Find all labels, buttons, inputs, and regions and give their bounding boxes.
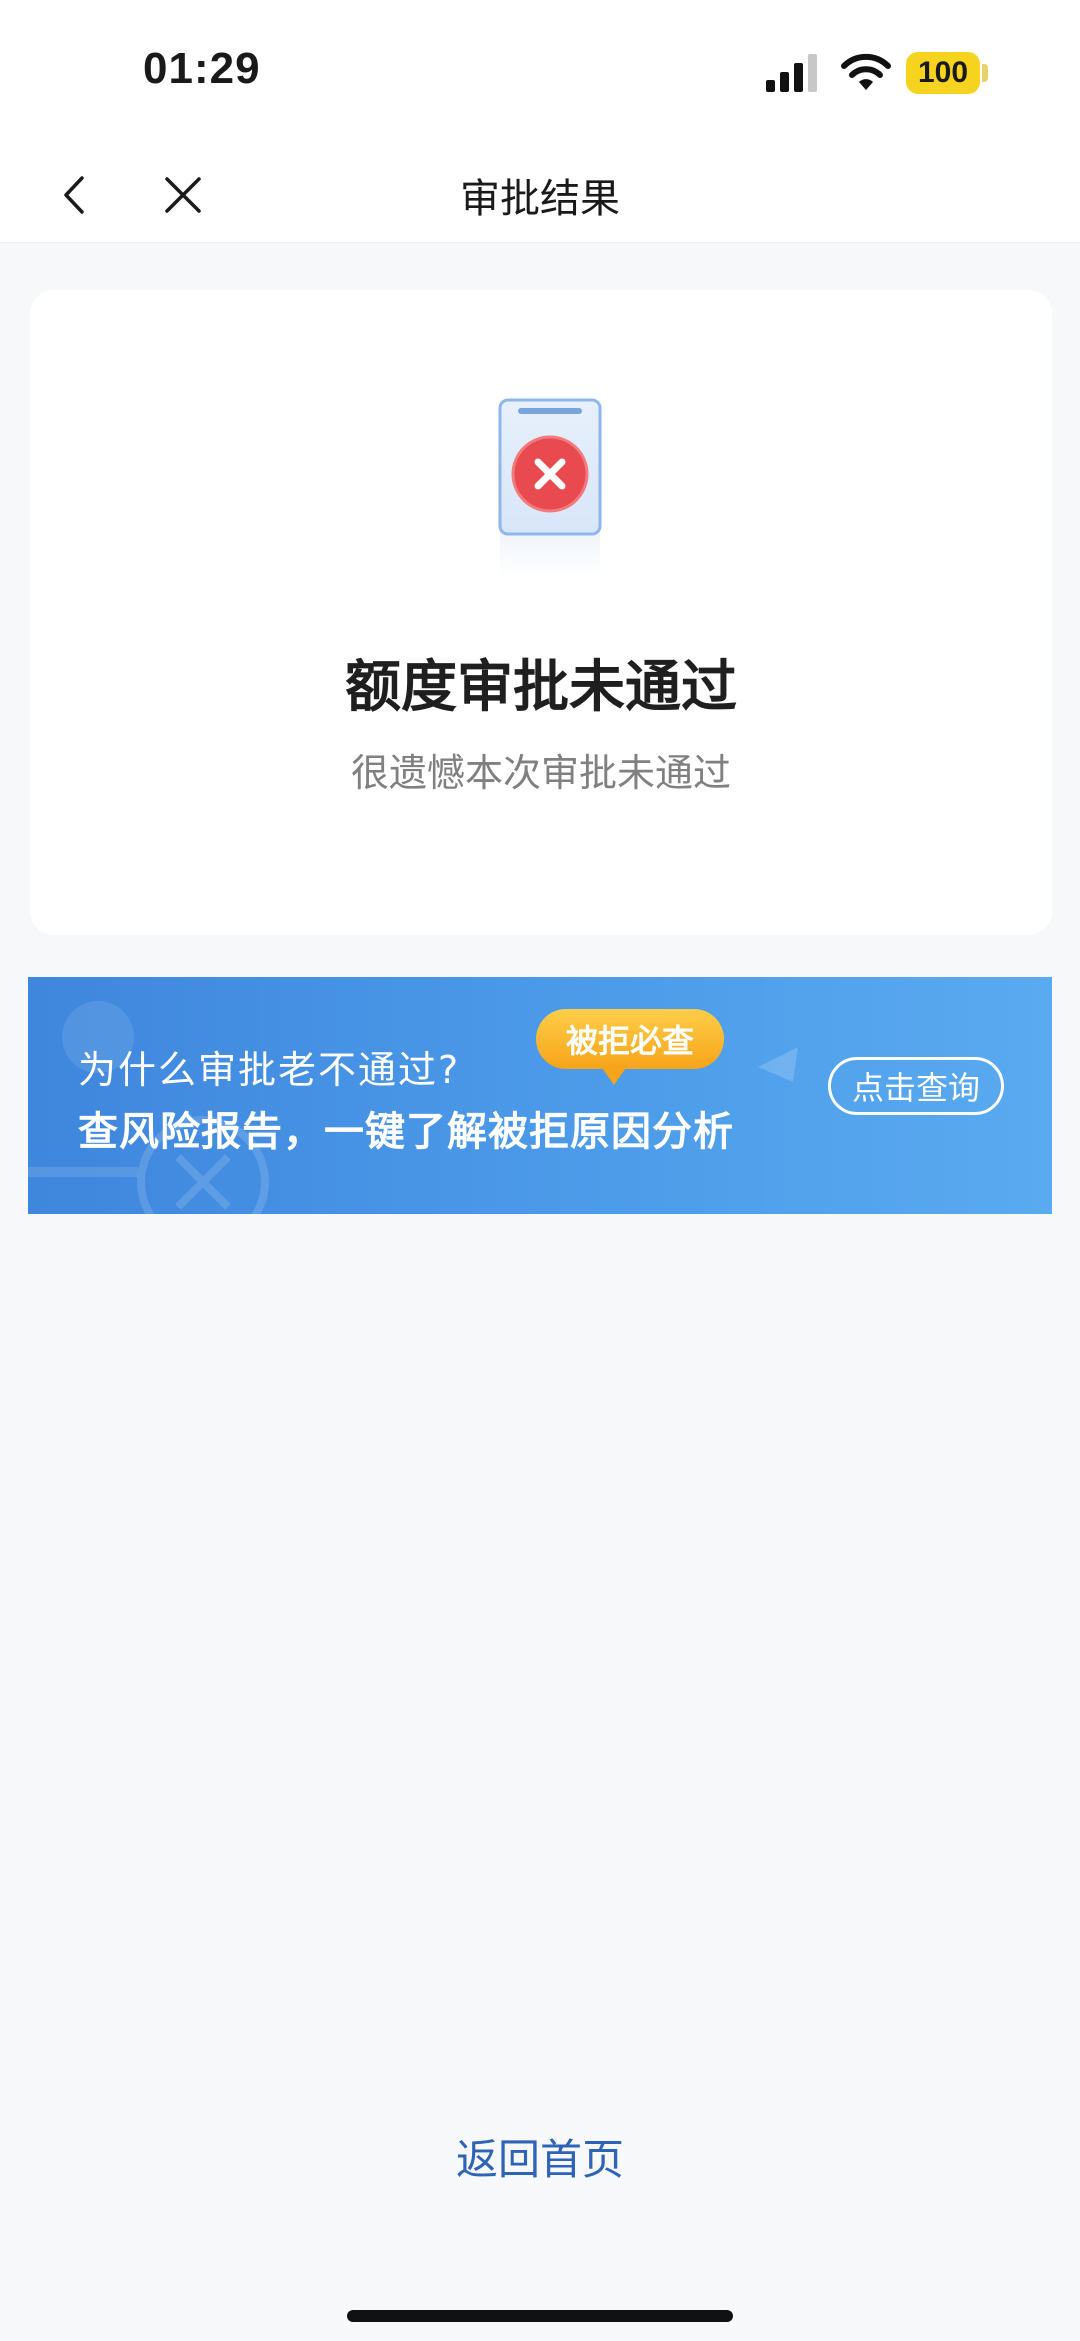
battery-indicator: 100 (906, 52, 980, 94)
wifi-icon (841, 53, 891, 90)
nav-bar: 审批结果 (0, 150, 1080, 243)
cellular-signal-icon (766, 54, 817, 92)
battery-nub (982, 64, 988, 82)
status-bar: 01:29 100 (0, 0, 1080, 150)
query-button[interactable]: 点击查询 (828, 1057, 1004, 1115)
result-card: 额度审批未通过 很遗憾本次审批未通过 (30, 290, 1052, 935)
return-home-link[interactable]: 返回首页 (0, 2126, 1080, 2187)
banner-tag: 被拒必查 (536, 1009, 724, 1069)
rejected-document-icon (498, 398, 602, 578)
result-title: 额度审批未通过 (345, 655, 737, 720)
status-time: 01:29 (143, 44, 261, 93)
home-indicator (347, 2310, 733, 2322)
banner-headline: 查风险报告，一键了解被拒原因分析 (78, 1109, 734, 1155)
banner-tag-tail (600, 1065, 628, 1085)
result-subtitle: 很遗憾本次审批未通过 (350, 751, 731, 795)
page-title: 审批结果 (460, 176, 620, 222)
banner-question: 为什么审批老不通过? (78, 1048, 461, 1092)
risk-report-banner[interactable]: 为什么审批老不通过? 查风险报告，一键了解被拒原因分析 被拒必查 点击查询 (28, 977, 1052, 1214)
